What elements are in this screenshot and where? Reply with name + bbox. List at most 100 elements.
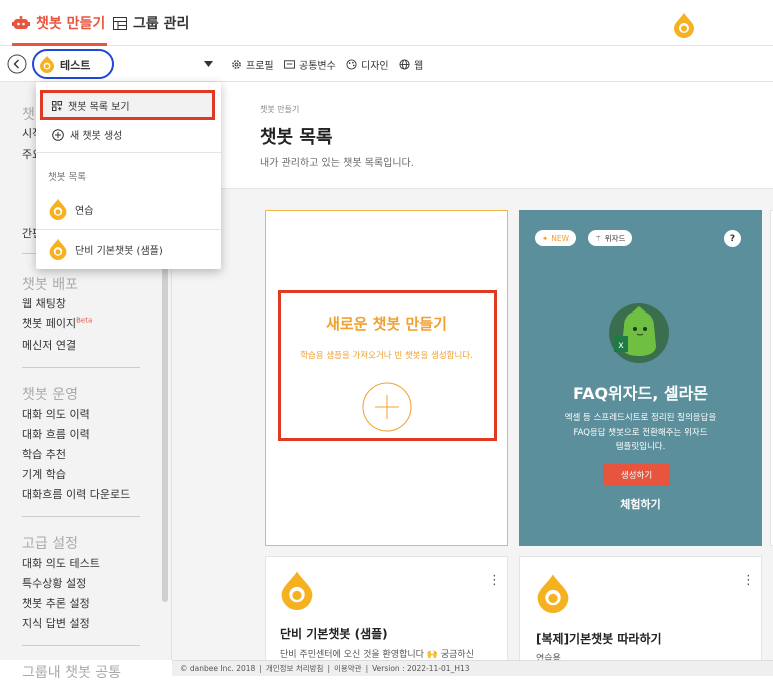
sidebar-item-learning-recommend[interactable]: 학습 추천 [22,446,66,462]
more-options-icon[interactable]: ⋮ [488,573,501,588]
bot-card-title: [복제]기본챗봇 따라하기 [536,632,662,646]
menu-bot-item-label: 연습 [75,205,94,217]
wizard-badge-label: 위자드 [604,233,626,243]
globe-icon [399,58,410,70]
toolbar-profile-label: 프로필 [246,60,274,72]
menu-divider [36,229,221,230]
caret-down-icon [204,61,213,67]
robot-icon [12,16,30,29]
sidebar-section-deploy: 챗봇 배포 [22,277,78,293]
toolbar-design[interactable]: 디자인 [346,46,389,82]
toolbar-profile[interactable]: 프로필 [231,46,274,82]
cellamon-mascot-icon: x [609,303,669,363]
plus-circle-icon[interactable] [362,382,412,432]
footer-separator: | [327,664,330,673]
menu-list-label: 챗봇 목록 [48,172,86,183]
menu-create-chatbot-label: 새 챗봇 생성 [70,131,123,142]
menu-create-chatbot[interactable]: 새 챗봇 생성 [52,127,122,142]
sidebar-item-intent-test[interactable]: 대화 의도 테스트 [22,555,100,571]
bot-dropdown-menu: 챗봇 목록 보기 새 챗봇 생성 챗봇 목록 연습 단비 기본챗봇 (샘플) [36,82,221,269]
page-subtitle: 내가 관리하고 있는 챗봇 목록입니다. [260,158,414,169]
footer-separator: | [365,664,369,673]
help-button[interactable]: ? [724,230,741,247]
folder-icon [284,60,295,69]
grid-plus-icon [52,100,62,111]
faq-card-desc-2: FAQ응답 챗봇으로 전환해주는 위자드 [573,428,708,438]
footer-copyright: © danbee Inc. 2018 [180,664,256,673]
sidebar-item-inference[interactable]: 챗봇 추론 설정 [22,595,90,611]
footer-separator: | [259,664,262,673]
menu-bot-item[interactable]: 연습 [48,198,93,220]
tab-group-manage[interactable]: 그룹 관리 [113,0,189,46]
svg-text:x: x [619,340,624,351]
toolbar-web[interactable]: 웹 [399,46,423,82]
back-circle-icon[interactable] [7,54,27,74]
toolbar-design-label: 디자인 [361,60,389,72]
danbee-drop-icon [40,56,54,73]
danbee-bot-icon [537,574,569,613]
sidebar-divider [22,367,140,368]
main-header: 챗봇 만들기 챗봇 목록 내가 관리하고 있는 챗봇 목록입니다. [172,82,773,189]
menu-bot-item[interactable]: 단비 기본챗봇 (샘플) [48,238,163,260]
bot-toolbar: 테스트 프로필 공통변수 디자인 웹 [0,46,773,82]
new-badge: ✦ NEW [535,230,577,246]
magic-wand-icon: ⚚ [595,233,602,243]
sidebar-item-intent-history[interactable]: 대화 의도 이력 [22,406,90,422]
sidebar-section-group: 그룹내 챗봇 공통 [22,665,122,681]
sidebar-item-flow-download[interactable]: 대화흐름 이력 다운로드 [22,486,130,502]
sidebar-section-advanced: 고급 설정 [22,536,78,552]
bot-selector[interactable]: 테스트 [32,49,220,79]
new-chatbot-title: 새로운 챗봇 만들기 [326,315,447,333]
faq-card-title: FAQ위자드, 셀라몬 [572,384,709,403]
toolbar-common-vars-label: 공통변수 [299,60,336,72]
plus-circle-icon [52,128,64,141]
create-button[interactable]: 생성하기 [603,464,670,486]
sidebar-partial-heading: 챗 [22,107,35,123]
faq-wizard-card[interactable]: ✦ NEW ⚚ 위자드 ? x FAQ위자드, 셀라몬 엑셀 등 스프레드시트로 정… [519,210,762,546]
sidebar-section-ops: 챗봇 운영 [22,387,78,403]
sidebar-item-machine-learning[interactable]: 기계 학습 [22,466,66,482]
top-nav: 챗봇 만들기 그룹 관리 [0,0,773,46]
sidebar-item-chatbot-page-label: 챗봇 페이지 [22,317,77,330]
more-options-icon[interactable]: ⋮ [742,573,755,588]
wizard-badge: ⚚ 위자드 [588,230,633,246]
new-chatbot-desc: 학습용 샘플을 가져오거나 빈 챗봇을 생성합니다. [300,351,473,361]
tab-group-label: 그룹 관리 [133,16,190,32]
sidebar-item-web-chat[interactable]: 웹 채팅창 [22,295,66,311]
footer-terms-link[interactable]: 이용약관 [334,663,362,674]
table-icon [113,16,127,30]
danbee-drop-icon [49,238,67,260]
bot-card[interactable]: ⋮ 단비 기본챗봇 (샘플) 단비 주민센터에 오신 것을 환영합니다 🙌 궁금… [265,556,508,666]
sidebar-divider [22,516,140,517]
menu-divider [36,152,221,153]
beta-badge: Beta [76,316,93,325]
breadcrumb: 챗봇 만들기 [260,105,300,114]
sidebar-item-chatbot-page[interactable]: 챗봇 페이지Beta [22,315,92,331]
sidebar-item-messenger[interactable]: 메신저 연결 [22,337,76,353]
new-chatbot-card[interactable]: 새로운 챗봇 만들기 학습용 샘플을 가져오거나 빈 챗봇을 생성합니다. [265,210,508,546]
gear-icon [232,59,241,69]
toolbar-web-label: 웹 [414,60,424,72]
palette-icon [346,58,357,70]
bot-card-title: 단비 기본챗봇 (샘플) [280,627,388,641]
tab-chatbot-create[interactable]: 챗봇 만들기 [12,0,108,46]
sidebar-item-flow-history[interactable]: 대화 흐름 이력 [22,426,90,442]
menu-view-chatbot-list[interactable]: 챗봇 목록 보기 [52,98,130,113]
danbee-drop-icon [49,198,67,220]
page-title: 챗봇 목록 [260,127,333,148]
bot-card[interactable]: ⋮ [복제]기본챗봇 따라하기 연습용 [519,556,762,666]
sparkle-icon: ✦ [542,233,549,243]
sidebar-divider [22,645,140,646]
danbee-logo-icon[interactable] [673,12,695,38]
footer-privacy-link[interactable]: 개인정보 처리방침 [266,663,324,674]
sidebar-item-knowledge[interactable]: 지식 답변 설정 [22,615,90,631]
try-button[interactable]: 체험하기 [519,496,762,512]
toolbar-common-vars[interactable]: 공통변수 [284,46,336,82]
new-badge-label: NEW [551,233,570,243]
tab-chatbot-label: 챗봇 만들기 [36,16,106,32]
danbee-bot-icon [281,571,313,610]
sidebar-item-special-case[interactable]: 특수상황 설정 [22,575,86,591]
bot-card-desc: 단비 주민센터에 오신 것을 환영합니다 🙌 궁금하신 [280,650,474,660]
footer-version: Version : 2022-11-01_H13 [372,664,470,673]
faq-card-desc-1: 엑셀 등 스프레드시트로 정리된 질의응답을 [564,413,717,423]
